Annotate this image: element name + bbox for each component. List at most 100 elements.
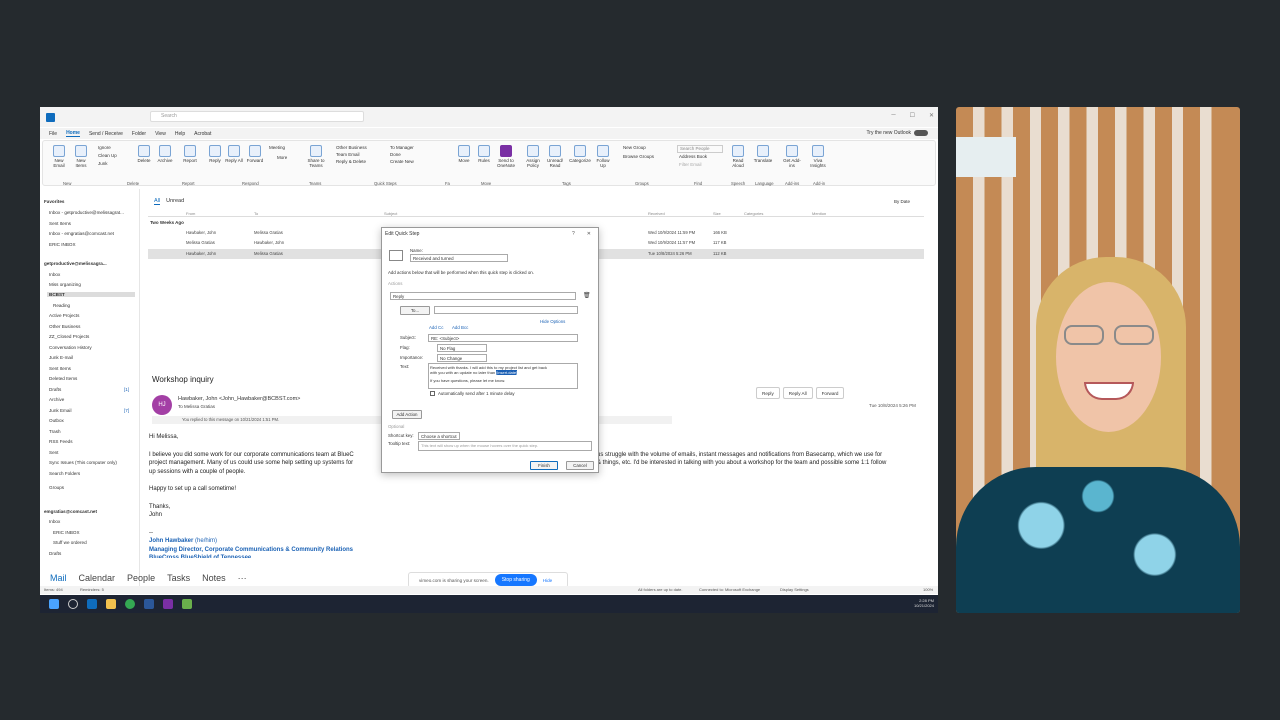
windows-start-icon[interactable] — [49, 599, 59, 609]
maximize-icon[interactable]: ☐ — [910, 112, 915, 119]
outlook-taskbar-icon[interactable] — [87, 599, 97, 609]
minimize-icon[interactable]: ─ — [891, 112, 895, 119]
tab-all[interactable]: All — [154, 198, 161, 205]
share-teams-button[interactable]: Share to Teams — [305, 145, 327, 168]
add-bcc-link[interactable]: Add Bcc — [452, 325, 468, 330]
col-categories[interactable]: Categories — [744, 211, 763, 216]
qs-done[interactable]: Done — [390, 152, 401, 158]
close-icon[interactable]: ✕ — [587, 231, 591, 237]
qs-reply-delete[interactable]: Reply & Delete — [336, 159, 366, 165]
search-people-input[interactable]: Search People — [677, 145, 723, 153]
folder-sent-items-2[interactable]: Sent Items — [49, 366, 71, 371]
folder-eric-inbox-2[interactable]: ERIC INBOX — [53, 530, 80, 535]
folder-drafts[interactable]: Drafts — [49, 387, 61, 392]
rules-button[interactable]: Rules — [475, 145, 493, 163]
col-size[interactable]: Size — [713, 211, 721, 216]
delete-button[interactable]: Delete — [135, 145, 153, 163]
qs-create-new[interactable]: Create New — [390, 159, 414, 165]
menu-folder[interactable]: Folder — [132, 131, 146, 137]
nav-tasks[interactable]: Tasks — [167, 573, 190, 583]
folder-trash[interactable]: Trash — [49, 429, 61, 434]
folder-inbox-getproductive[interactable]: Inbox - getproductive@melissagrat... — [49, 210, 124, 215]
folder-sent[interactable]: Sent — [49, 450, 58, 455]
onenote-taskbar-icon[interactable] — [163, 599, 173, 609]
folder-inbox[interactable]: Inbox — [49, 272, 60, 277]
folder-active-projects[interactable]: Active Projects — [49, 313, 79, 318]
move-button[interactable]: Move — [455, 145, 473, 163]
folder-search-folders[interactable]: Search Folders — [49, 471, 80, 476]
delete-action-icon[interactable]: 🗑 — [583, 292, 591, 299]
text-body-input[interactable]: Received with thanks. I will add this to… — [428, 363, 578, 389]
viva-insights-button[interactable]: Viva Insights — [807, 145, 829, 168]
filter-email-button[interactable]: Filter Email — [679, 162, 702, 168]
col-from[interactable]: From — [186, 211, 195, 216]
folder-inbox-3[interactable]: Inbox — [49, 519, 60, 524]
flag-select[interactable]: No Flag — [437, 344, 487, 352]
system-tray-clock[interactable]: 2:28 PM 10/21/2024 — [914, 598, 934, 608]
folder-inbox-emgratias[interactable]: Inbox - emgratias@comcast.net — [49, 231, 114, 236]
add-cc-link[interactable]: Add Cc — [429, 325, 443, 330]
help-icon[interactable]: ? — [572, 231, 575, 237]
cancel-button[interactable]: Cancel — [566, 461, 594, 470]
status-reminders[interactable]: Reminders: 5 — [80, 587, 104, 592]
account-emgratias[interactable]: emgratias@comcast.net — [44, 509, 97, 514]
subject-input[interactable]: RE: <Subject> — [428, 334, 578, 342]
folder-deleted-items[interactable]: Deleted Items — [49, 376, 77, 381]
folder-closed-projects[interactable]: ZZ_Closed Projects — [49, 334, 89, 339]
forward-action-button[interactable]: Forward — [815, 387, 845, 399]
folder-rss-feeds[interactable]: RSS Feeds — [49, 439, 73, 444]
translate-button[interactable]: Translate — [751, 145, 775, 163]
add-action-button[interactable]: Add Action — [392, 410, 422, 419]
unread-read-button[interactable]: Unread/ Read — [545, 145, 565, 168]
account-getproductive[interactable]: getproductive@melissagra... — [44, 261, 107, 266]
browse-groups-button[interactable]: Browse Groups — [623, 154, 654, 160]
search-box[interactable]: Search — [150, 111, 364, 122]
menu-view[interactable]: View — [155, 131, 166, 137]
folder-other-business[interactable]: Other Business — [49, 324, 80, 329]
folder-outbox[interactable]: Outbox — [49, 418, 64, 423]
shortcut-select[interactable]: Choose a shortcut — [418, 432, 460, 440]
app-icon[interactable] — [182, 599, 192, 609]
junk-button[interactable]: Junk — [98, 161, 108, 167]
menu-acrobat[interactable]: Acrobat — [194, 131, 211, 137]
col-received[interactable]: Received — [648, 211, 665, 216]
meeting-button[interactable]: Meeting — [269, 145, 285, 151]
folder-drafts-2[interactable]: Drafts — [49, 551, 61, 556]
reply-all-action-button[interactable]: Reply All — [782, 387, 813, 399]
folder-favorites[interactable]: Favorites — [44, 199, 64, 204]
try-new-outlook[interactable]: Try the new Outlook — [866, 130, 928, 136]
word-icon[interactable] — [144, 599, 154, 609]
sort-by-date[interactable]: By Date — [894, 199, 910, 204]
folder-archive[interactable]: Archive — [49, 397, 64, 402]
message-from[interactable]: Hawbaker, John <John_Hawbaker@BCBST.com> — [178, 396, 300, 402]
nav-more[interactable]: ··· — [238, 573, 247, 583]
to-button[interactable]: To... — [400, 306, 430, 315]
display-settings[interactable]: Display Settings — [780, 587, 809, 592]
folder-stuff-ordered[interactable]: Stuff we ordered — [53, 540, 87, 545]
importance-select[interactable]: No Change — [437, 354, 487, 362]
search-icon[interactable] — [68, 599, 78, 609]
assign-policy-button[interactable]: Assign Policy — [523, 145, 543, 168]
chrome-icon[interactable] — [125, 599, 135, 609]
action-select[interactable]: Reply — [390, 292, 576, 300]
new-items-button[interactable]: New Items — [71, 145, 91, 168]
ignore-button[interactable]: Ignore — [98, 145, 111, 151]
stop-sharing-button[interactable]: Stop sharing — [494, 574, 537, 586]
menu-send-receive[interactable]: Send / Receive — [89, 131, 123, 137]
qs-team-email[interactable]: Team Email — [336, 152, 360, 158]
reply-all-button[interactable]: Reply All — [225, 145, 243, 163]
hide-options-link[interactable]: Hide Options — [540, 319, 565, 324]
auto-send-checkbox[interactable] — [430, 391, 435, 396]
tab-unread[interactable]: Unread — [166, 198, 184, 205]
folder-eric-inbox[interactable]: ERIC INBOX — [49, 242, 76, 247]
hide-share-bar[interactable]: Hide — [543, 578, 552, 583]
folder-junk-email[interactable]: Junk E-mail — [49, 355, 73, 360]
qs-other-business[interactable]: Other Business — [336, 145, 367, 151]
report-button[interactable]: Report — [181, 145, 199, 163]
nav-notes[interactable]: Notes — [202, 573, 226, 583]
finish-button[interactable]: Finish — [530, 461, 558, 470]
new-group-button[interactable]: New Group — [623, 145, 646, 151]
folder-bcbst[interactable]: BCBST — [47, 292, 135, 297]
nav-calendar[interactable]: Calendar — [79, 573, 116, 583]
follow-up-button[interactable]: Follow Up — [594, 145, 612, 168]
